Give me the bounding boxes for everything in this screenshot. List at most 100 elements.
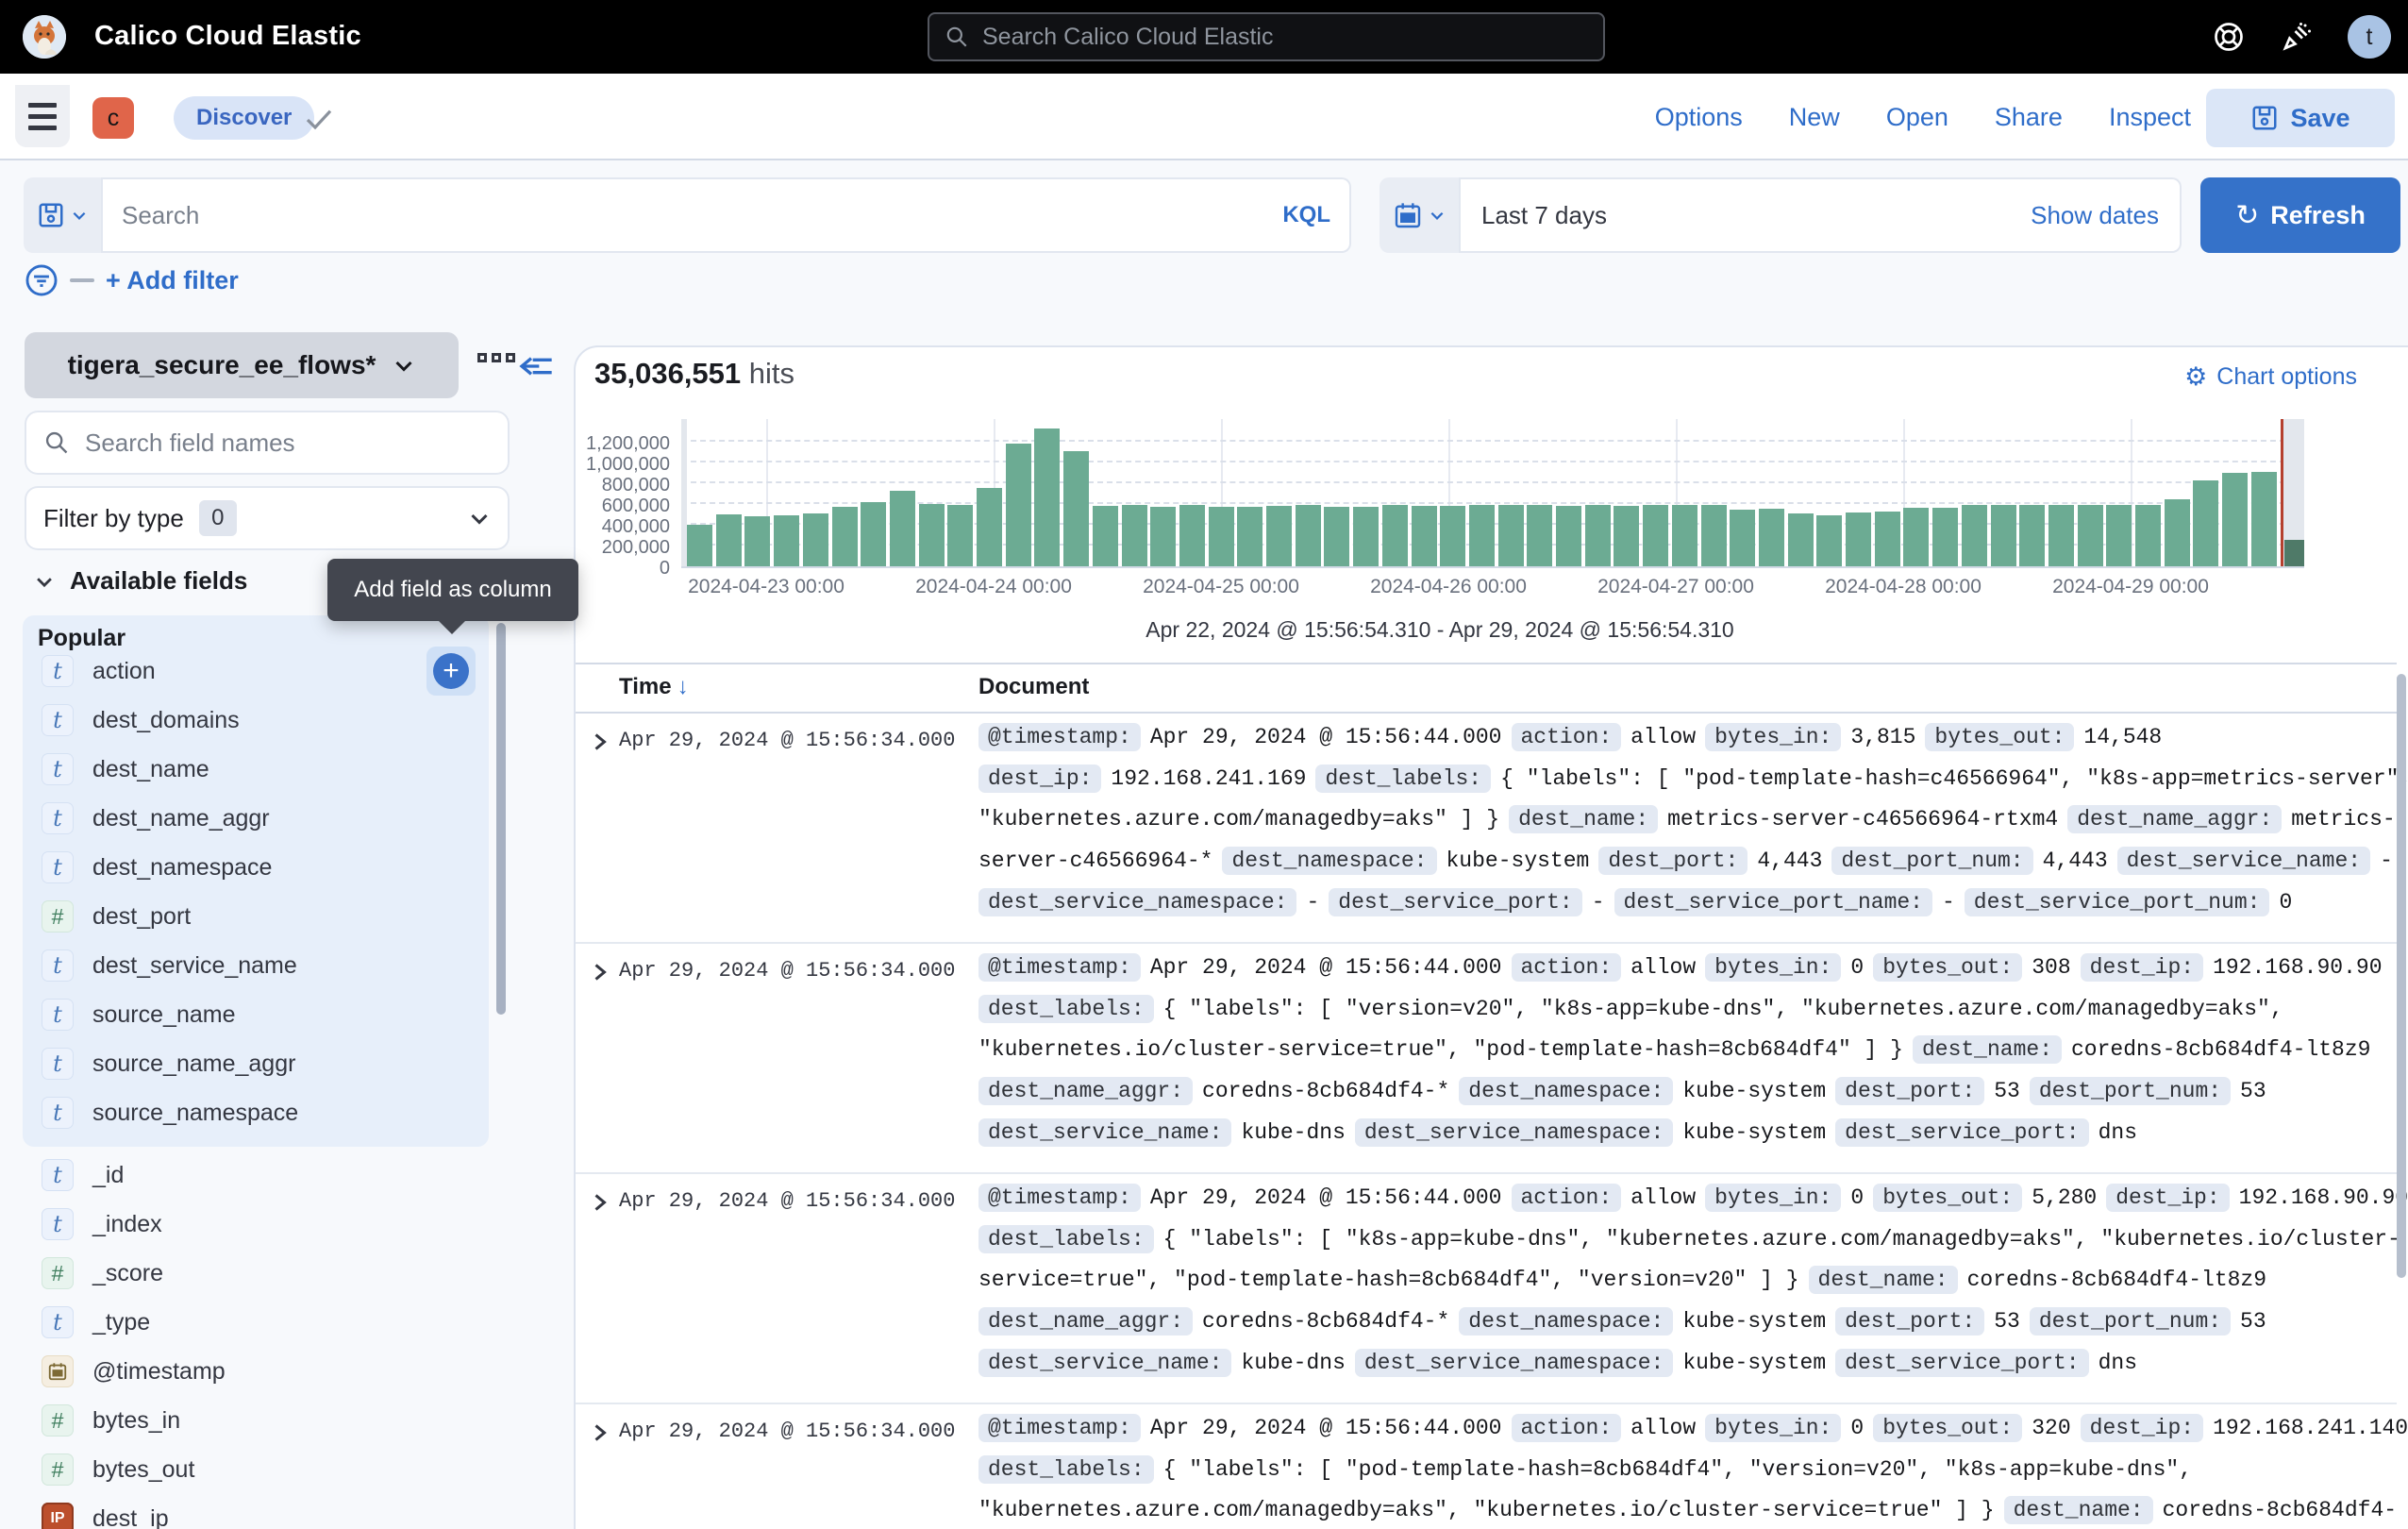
histogram-bar[interactable]	[716, 514, 742, 566]
histogram-bar[interactable]	[2251, 472, 2277, 566]
kql-label[interactable]: KQL	[1282, 202, 1330, 228]
histogram-bar[interactable]	[832, 507, 858, 566]
time-range-value[interactable]: Last 7 days	[1481, 201, 2031, 230]
sidebar-field-bytes_out[interactable]: #bytes_out	[23, 1445, 489, 1494]
histogram-bar[interactable]	[1353, 507, 1379, 566]
user-avatar[interactable]: t	[2348, 15, 2391, 59]
histogram-bar[interactable]	[687, 525, 712, 566]
histogram-bar[interactable]	[1585, 505, 1611, 566]
field-filter-boxes-icon[interactable]	[477, 353, 515, 362]
time-column-header[interactable]: Time ↓	[619, 674, 689, 700]
sidebar-field-dest_domains[interactable]: tdest_domains	[23, 696, 489, 745]
refresh-button[interactable]: ↻ Refresh	[2200, 177, 2400, 253]
histogram-bar[interactable]	[1614, 506, 1639, 566]
help-icon[interactable]	[2212, 20, 2246, 54]
filter-by-type-dropdown[interactable]: Filter by type 0	[25, 486, 510, 550]
histogram-bar[interactable]	[1469, 505, 1495, 566]
histogram-bar[interactable]	[2078, 505, 2103, 566]
breadcrumb[interactable]: Discover	[174, 96, 314, 140]
histogram-bar[interactable]	[1556, 506, 1581, 566]
histogram-bar[interactable]	[1962, 505, 1987, 566]
histogram-bar[interactable]	[1034, 428, 1060, 566]
app-logo[interactable]	[23, 15, 66, 59]
sidebar-field-_score[interactable]: #_score	[23, 1249, 489, 1298]
table-scrollbar[interactable]	[2397, 674, 2406, 1278]
histogram-bar[interactable]	[744, 516, 770, 566]
histogram-bar[interactable]	[1759, 509, 1784, 566]
sidebar-field-dest_name[interactable]: tdest_name	[23, 745, 489, 794]
histogram-bar[interactable]	[919, 504, 945, 566]
sidebar-field-dest_name_aggr[interactable]: tdest_name_aggr	[23, 794, 489, 843]
expand-row-icon[interactable]	[589, 1421, 611, 1444]
histogram-bar[interactable]	[1382, 505, 1408, 566]
histogram-bar[interactable]	[1122, 505, 1147, 566]
sidebar-field-dest_port[interactable]: #dest_port	[23, 892, 489, 941]
histogram-bar[interactable]	[1093, 506, 1118, 566]
histogram-chart[interactable]: 0200,000400,000600,000800,0001,000,0001,…	[576, 419, 2340, 568]
histogram-bar[interactable]	[1730, 510, 1755, 566]
space-badge[interactable]: c	[92, 97, 134, 139]
histogram-bar[interactable]	[2019, 505, 2045, 566]
histogram-plot-area[interactable]	[681, 419, 2304, 568]
chart-options-button[interactable]: ⚙ Chart options	[2184, 362, 2357, 392]
histogram-bar[interactable]	[2135, 505, 2161, 566]
kql-query-bar[interactable]: KQL	[101, 177, 1351, 253]
add-field-as-column-button[interactable]: +	[426, 647, 476, 696]
histogram-bar[interactable]	[890, 491, 915, 566]
expand-row-icon[interactable]	[589, 961, 611, 983]
sidebar-field-@timestamp[interactable]: @timestamp	[23, 1347, 489, 1396]
histogram-bar[interactable]	[1006, 444, 1031, 566]
nav-link-options[interactable]: Options	[1655, 103, 1743, 132]
histogram-bar[interactable]	[2222, 473, 2248, 566]
histogram-bar[interactable]	[1701, 505, 1727, 566]
histogram-bar[interactable]	[1672, 505, 1697, 566]
global-search[interactable]	[928, 12, 1605, 61]
date-range-control[interactable]: Last 7 days Show dates	[1459, 177, 2182, 253]
expand-row-icon[interactable]	[589, 731, 611, 753]
histogram-bar[interactable]	[1527, 505, 1552, 566]
collapse-sidebar-icon[interactable]	[517, 347, 555, 385]
histogram-bar[interactable]	[1266, 506, 1292, 566]
histogram-bar[interactable]	[1643, 505, 1668, 566]
nav-link-inspect[interactable]: Inspect	[2109, 103, 2191, 132]
histogram-bar[interactable]	[2284, 540, 2304, 566]
global-search-input[interactable]	[982, 24, 1588, 51]
histogram-bar[interactable]	[947, 505, 973, 566]
sidebar-field-dest_service_name[interactable]: tdest_service_name	[23, 941, 489, 990]
histogram-bar[interactable]	[1903, 508, 1929, 566]
index-pattern-switcher[interactable]: tigera_secure_ee_flows*	[25, 332, 459, 398]
histogram-bar[interactable]	[1846, 512, 1871, 566]
histogram-bar[interactable]	[1498, 505, 1524, 566]
sidebar-scrollbar[interactable]	[496, 623, 506, 1015]
show-dates-button[interactable]: Show dates	[2031, 201, 2159, 230]
date-picker-menu-button[interactable]	[1380, 177, 1459, 253]
histogram-bar[interactable]	[2165, 499, 2190, 566]
histogram-bar[interactable]	[1816, 515, 1842, 566]
histogram-bar[interactable]	[1296, 505, 1321, 566]
sidebar-field-source_name_aggr[interactable]: tsource_name_aggr	[23, 1039, 489, 1088]
histogram-bar[interactable]	[1932, 508, 1958, 566]
save-button[interactable]: Save	[2206, 89, 2395, 147]
sidebar-field-_index[interactable]: t_index	[23, 1200, 489, 1249]
histogram-bar[interactable]	[1150, 507, 1176, 566]
histogram-bar[interactable]	[1209, 507, 1234, 566]
nav-link-new[interactable]: New	[1789, 103, 1840, 132]
histogram-bar[interactable]	[803, 513, 828, 566]
histogram-bar[interactable]	[1788, 513, 1814, 566]
sidebar-field-source_name[interactable]: tsource_name	[23, 990, 489, 1039]
saved-query-menu-button[interactable]	[24, 177, 101, 253]
histogram-bar[interactable]	[1991, 505, 2016, 566]
available-fields-header[interactable]: Available fields	[34, 566, 247, 596]
histogram-bar[interactable]	[1875, 512, 1900, 566]
nav-link-open[interactable]: Open	[1886, 103, 1948, 132]
expand-row-icon[interactable]	[589, 1191, 611, 1214]
histogram-bar[interactable]	[2106, 505, 2132, 566]
histogram-bar[interactable]	[861, 502, 886, 566]
sidebar-field-action[interactable]: taction	[23, 647, 489, 696]
sidebar-field-dest_namespace[interactable]: tdest_namespace	[23, 843, 489, 892]
histogram-bar[interactable]	[1412, 506, 1437, 566]
field-search-input[interactable]	[85, 428, 491, 458]
histogram-bar[interactable]	[1237, 507, 1263, 566]
histogram-bar[interactable]	[1440, 506, 1465, 566]
histogram-bar[interactable]	[1063, 451, 1089, 566]
